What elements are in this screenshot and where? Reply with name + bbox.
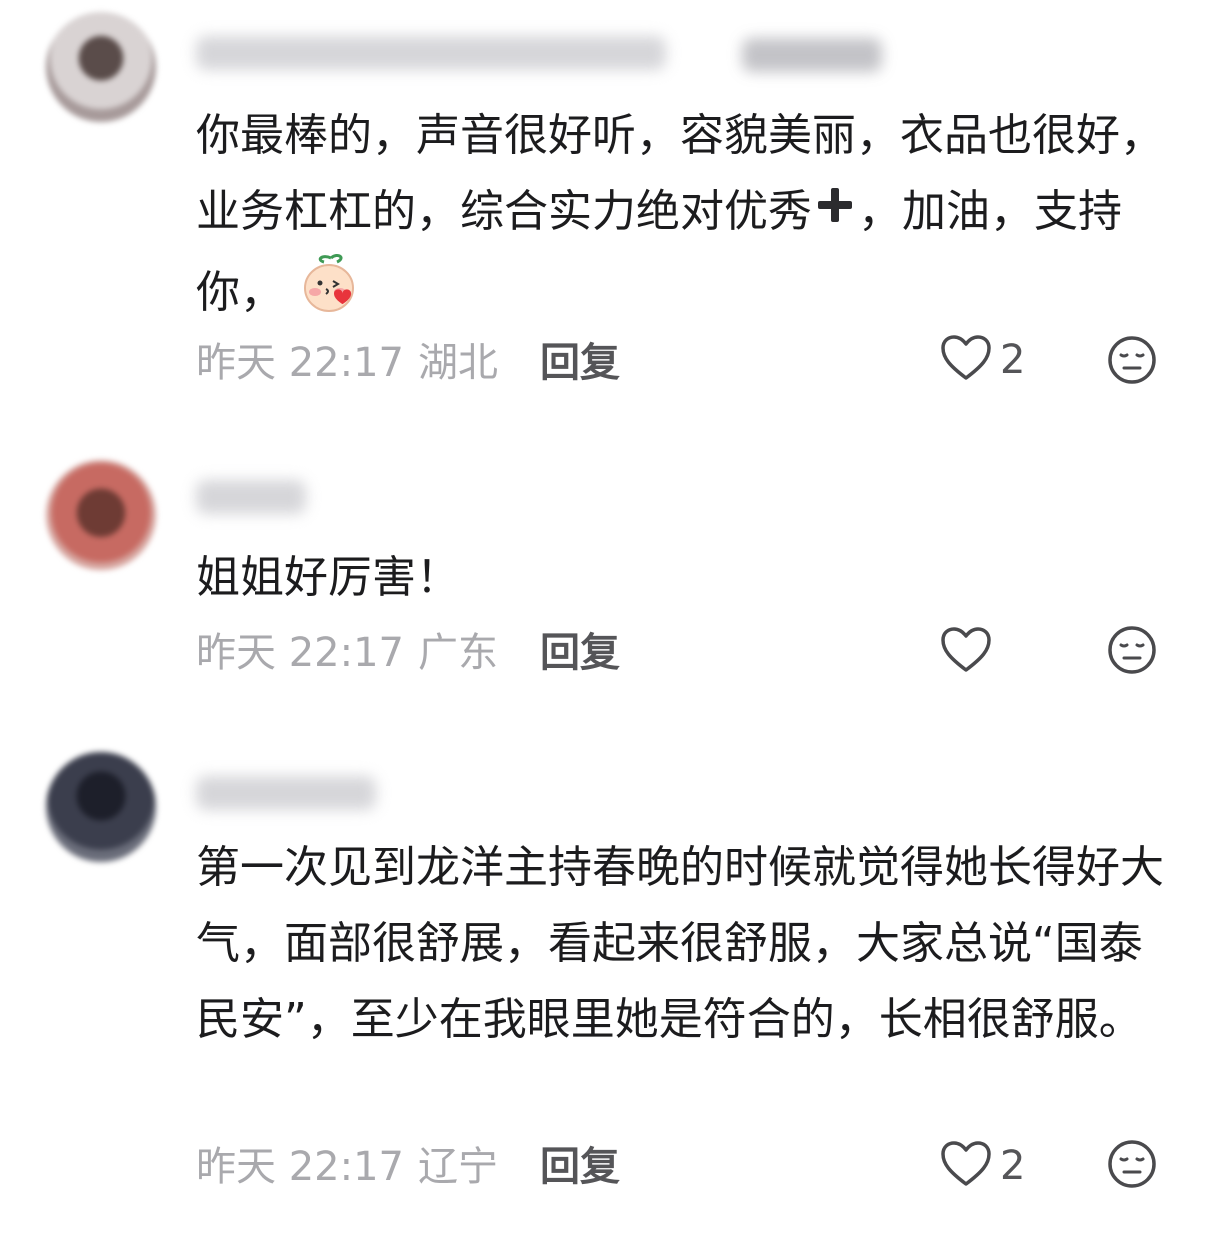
comment-meta: 昨天 22:17 广东	[196, 620, 512, 678]
expressionless-face-icon	[1106, 336, 1158, 390]
comment-location: 湖北	[418, 340, 498, 386]
reply-button[interactable]: 回复	[540, 330, 620, 388]
user-tag-blurred	[742, 38, 882, 72]
comment-time: 昨天 22:17	[196, 340, 404, 386]
reply-button[interactable]: 回复	[540, 620, 620, 678]
expressionless-face-icon	[1106, 1140, 1158, 1194]
like-button[interactable]	[940, 626, 992, 678]
comment-list: 你最棒的，声音很好听，容貌美丽，衣品也很好，业务杠杠的，综合实力绝对优秀 ，加油…	[0, 0, 1206, 1246]
like-count: 2	[1000, 337, 1026, 383]
reply-button[interactable]: 回复	[540, 1134, 620, 1192]
heart-outline-icon	[940, 1140, 992, 1192]
username-blurred[interactable]	[196, 480, 306, 514]
heart-outline-icon	[940, 626, 992, 678]
username-blurred[interactable]	[196, 776, 376, 810]
dislike-button[interactable]	[1106, 1138, 1158, 1194]
comment-text: 你最棒的，声音很好听，容貌美丽，衣品也很好，业务杠杠的，综合实力绝对优秀 ，加油…	[196, 98, 1166, 338]
avatar[interactable]	[46, 752, 156, 862]
comment-text: 第一次见到龙洋主持春晚的时候就觉得她长得好大气，面部很舒展，看起来很舒服，大家总…	[196, 842, 1164, 1045]
heart-outline-icon	[940, 334, 992, 386]
expressionless-face-icon	[1106, 626, 1158, 680]
comment-location: 辽宁	[418, 1144, 498, 1190]
comment-location: 广东	[418, 630, 498, 676]
dislike-button[interactable]	[1106, 624, 1158, 680]
avatar[interactable]	[46, 460, 156, 570]
like-count: 2	[1000, 1143, 1026, 1189]
like-button[interactable]: 2	[940, 334, 1025, 386]
comment-meta: 昨天 22:17 湖北	[196, 330, 512, 388]
username-blurred[interactable]	[196, 36, 666, 70]
blushing-kiss-emoji-icon	[302, 252, 360, 338]
comment-text: 姐姐好厉害！	[196, 552, 460, 603]
dislike-button[interactable]	[1106, 334, 1158, 390]
avatar[interactable]	[46, 12, 156, 122]
heavy-plus-icon	[812, 176, 858, 252]
like-button[interactable]: 2	[940, 1140, 1025, 1192]
comment-meta: 昨天 22:17 辽宁	[196, 1134, 512, 1192]
comment-time: 昨天 22:17	[196, 1144, 404, 1190]
comment-time: 昨天 22:17	[196, 630, 404, 676]
